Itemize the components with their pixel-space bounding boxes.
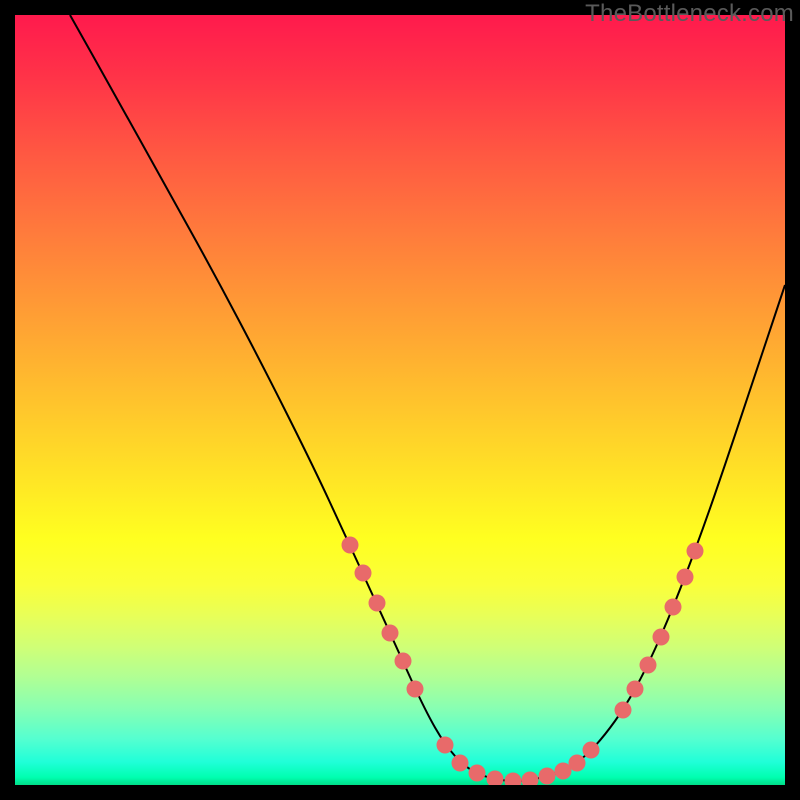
highlight-dot xyxy=(522,772,539,786)
highlight-dot xyxy=(505,773,522,786)
highlight-dot xyxy=(569,755,586,772)
highlight-dot xyxy=(369,595,386,612)
plot-area xyxy=(15,15,785,785)
highlight-dot xyxy=(452,755,469,772)
watermark-text: TheBottleneck.com xyxy=(585,0,794,28)
highlight-dot xyxy=(382,625,399,642)
highlight-dot xyxy=(677,569,694,586)
highlight-dot xyxy=(469,765,486,782)
highlight-dots xyxy=(342,537,704,786)
chart-container: TheBottleneck.com xyxy=(0,0,800,800)
highlight-dot xyxy=(653,629,670,646)
bottleneck-curve xyxy=(70,15,785,781)
highlight-dot xyxy=(583,742,600,759)
highlight-dot xyxy=(627,681,644,698)
highlight-dot xyxy=(687,543,704,560)
highlight-dot xyxy=(487,771,504,786)
highlight-dot xyxy=(355,565,372,582)
highlight-dot xyxy=(539,768,556,785)
highlight-dot xyxy=(395,653,412,670)
highlight-dot xyxy=(407,681,424,698)
highlight-dot xyxy=(437,737,454,754)
highlight-dot xyxy=(640,657,657,674)
highlight-dot xyxy=(615,702,632,719)
highlight-dot xyxy=(342,537,359,554)
chart-svg xyxy=(15,15,785,785)
highlight-dot xyxy=(665,599,682,616)
